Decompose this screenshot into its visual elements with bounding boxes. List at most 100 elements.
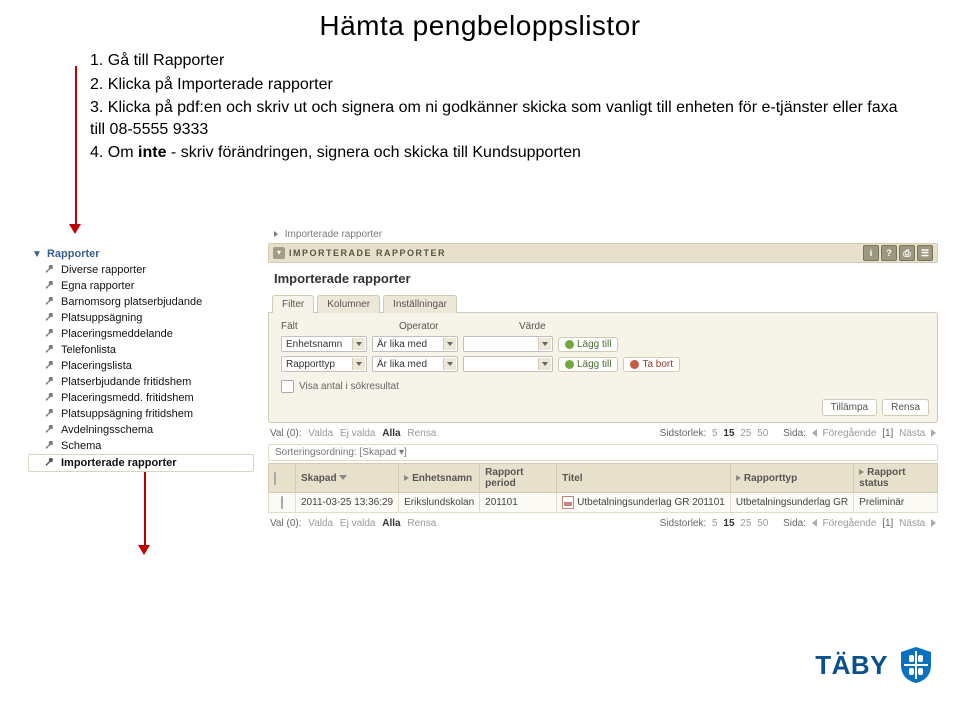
filter-head-operator: Operator <box>399 321 479 332</box>
selection-alla[interactable]: Alla <box>382 428 400 439</box>
wrench-icon <box>44 265 55 276</box>
sidebar-item-label: Schema <box>61 440 101 452</box>
th-skapad[interactable]: Skapad <box>296 464 399 493</box>
sidebar-item-barnomsorg[interactable]: Barnomsorg platserbjudande <box>28 294 254 310</box>
sidebar-item-label: Avdelningsschema <box>61 424 153 436</box>
apply-button[interactable]: Tillämpa <box>822 399 877 416</box>
section-collapse-icon[interactable]: ▾ <box>273 247 285 259</box>
sidebar-item-platserbjudande-fritidshem[interactable]: Platserbjudande fritidshem <box>28 374 254 390</box>
breadcrumb-triangle-icon <box>274 231 278 237</box>
settings-icon[interactable]: ☰ <box>917 245 933 261</box>
th-enhetsnamn[interactable]: Enhetsnamn <box>399 464 480 493</box>
page-size-5[interactable]: 5 <box>712 518 718 529</box>
sidebar-item-placeringsmedd-fritidshem[interactable]: Placeringsmedd. fritidshem <box>28 390 254 406</box>
table-row[interactable]: 2011-03-25 13:36:29 Erikslundskolan 2011… <box>269 493 938 513</box>
sidebar-item-label: Placeringsmeddelande <box>61 328 173 340</box>
operator-select-1[interactable]: Är lika med <box>372 336 458 352</box>
checkbox-icon[interactable] <box>281 380 294 393</box>
th-rapporttyp[interactable]: Rapporttyp <box>730 464 853 493</box>
th-checkbox[interactable] <box>269 464 296 493</box>
page-next-icon[interactable] <box>931 519 936 527</box>
field-select-1[interactable]: Enhetsnamn <box>281 336 367 352</box>
sidebar-item-platsuppsagning-fritidshem[interactable]: Platsuppsägning fritidshem <box>28 406 254 422</box>
sidebar-item-label: Barnomsorg platserbjudande <box>61 296 202 308</box>
add-filter-button-1[interactable]: Lägg till <box>558 337 618 352</box>
checkbox-icon[interactable] <box>274 472 276 485</box>
instruction-4c: - skriv förändringen, signera och skicka… <box>166 144 580 161</box>
cell-titel[interactable]: Utbetalningsunderlag GR 201101 <box>557 493 731 513</box>
info-icon[interactable]: i <box>863 245 879 261</box>
sidebar-item-egna-rapporter[interactable]: Egna rapporter <box>28 278 254 294</box>
value-select-1[interactable] <box>463 336 553 352</box>
page-size-label: Sidstorlek: <box>660 428 707 439</box>
selection-alla[interactable]: Alla <box>382 518 400 529</box>
selection-valda[interactable]: Valda <box>308 428 333 439</box>
sidebar-item-placeringsmeddelande[interactable]: Placeringsmeddelande <box>28 326 254 342</box>
show-count-row[interactable]: Visa antal i sökresultat <box>277 376 929 393</box>
sidebar-item-placeringslista[interactable]: Placeringslista <box>28 358 254 374</box>
sort-label: Sorteringsordning: <box>275 447 357 458</box>
page-size-15[interactable]: 15 <box>723 518 734 529</box>
page-next-icon[interactable] <box>931 429 936 437</box>
filter-box: Fält Operator Värde Enhetsnamn Är lika m… <box>268 312 938 423</box>
cell-status: Preliminär <box>854 493 938 513</box>
page-num: [1] <box>882 518 893 529</box>
page-size-25[interactable]: 25 <box>740 428 751 439</box>
th-status[interactable]: Rapport status <box>854 464 938 493</box>
slide-title: Hämta pengbeloppslistor <box>0 10 960 42</box>
page-prev-icon[interactable] <box>812 429 817 437</box>
page-size-15[interactable]: 15 <box>723 428 734 439</box>
sidebar-item-label: Diverse rapporter <box>61 264 146 276</box>
chevron-down-icon <box>538 358 551 370</box>
page-prev-icon[interactable] <box>812 519 817 527</box>
page-next[interactable]: Nästa <box>899 428 925 439</box>
help-icon[interactable]: ? <box>881 245 897 261</box>
tab-installningar[interactable]: Inställningar <box>383 295 457 313</box>
value-select-2[interactable] <box>463 356 553 372</box>
th-titel[interactable]: Titel <box>557 464 731 493</box>
logo-shield-icon <box>896 645 936 685</box>
selection-ej-valda[interactable]: Ej valda <box>340 428 376 439</box>
chevron-down-icon <box>443 338 456 350</box>
filter-tabs: Filter Kolumner Inställningar <box>272 295 938 313</box>
add-filter-button-2[interactable]: Lägg till <box>558 357 618 372</box>
selection-ej-valda[interactable]: Ej valda <box>340 518 376 529</box>
sidebar-header[interactable]: ▼ Rapporter <box>28 248 254 262</box>
page-size-50[interactable]: 50 <box>757 518 768 529</box>
annotation-arrow-2-head <box>138 545 150 555</box>
sidebar-item-diverse-rapporter[interactable]: Diverse rapporter <box>28 262 254 278</box>
page-prev[interactable]: Föregående <box>822 518 876 529</box>
sidebar-item-platsuppsagning[interactable]: Platsuppsägning <box>28 310 254 326</box>
tab-filter[interactable]: Filter <box>272 295 314 313</box>
operator-select-2[interactable]: Är lika med <box>372 356 458 372</box>
sidebar-item-importerade-rapporter[interactable]: Importerade rapporter <box>28 454 254 472</box>
clear-button[interactable]: Rensa <box>882 399 929 416</box>
page-size-5[interactable]: 5 <box>712 428 718 439</box>
cell-rapporttyp: Utbetalningsunderlag GR <box>730 493 853 513</box>
print-icon[interactable]: ⎙ <box>899 245 915 261</box>
sidebar-item-avdelningsschema[interactable]: Avdelningsschema <box>28 422 254 438</box>
sort-bar[interactable]: Sorteringsordning: [Skapad ▾] <box>268 444 938 461</box>
page-size-25[interactable]: 25 <box>740 518 751 529</box>
sort-desc-icon <box>339 475 347 480</box>
selection-valda[interactable]: Valda <box>308 518 333 529</box>
tab-kolumner[interactable]: Kolumner <box>317 295 380 313</box>
remove-filter-button[interactable]: Ta bort <box>623 357 680 372</box>
sidebar-item-label: Placeringsmedd. fritidshem <box>61 392 194 404</box>
selection-rensa[interactable]: Rensa <box>407 518 436 529</box>
sidebar-item-telefonlista[interactable]: Telefonlista <box>28 342 254 358</box>
chevron-down-icon: ▼ <box>32 249 42 260</box>
th-period[interactable]: Rapport period <box>480 464 557 493</box>
instruction-4a: 4. Om <box>90 144 138 161</box>
section-bar: ▾ IMPORTERADE RAPPORTER i ? ⎙ ☰ <box>268 243 938 263</box>
row-checkbox[interactable] <box>281 496 283 509</box>
page-next[interactable]: Nästa <box>899 518 925 529</box>
sidebar-item-schema[interactable]: Schema <box>28 438 254 454</box>
selection-rensa[interactable]: Rensa <box>407 428 436 439</box>
filter-actions: Tillämpa Rensa <box>277 393 929 416</box>
field-select-2[interactable]: Rapporttyp <box>281 356 367 372</box>
page-prev[interactable]: Föregående <box>822 428 876 439</box>
wrench-icon <box>44 425 55 436</box>
page-size-50[interactable]: 50 <box>757 428 768 439</box>
instruction-3: 3. Klicka på pdf:en och skriv ut och sig… <box>90 97 900 140</box>
